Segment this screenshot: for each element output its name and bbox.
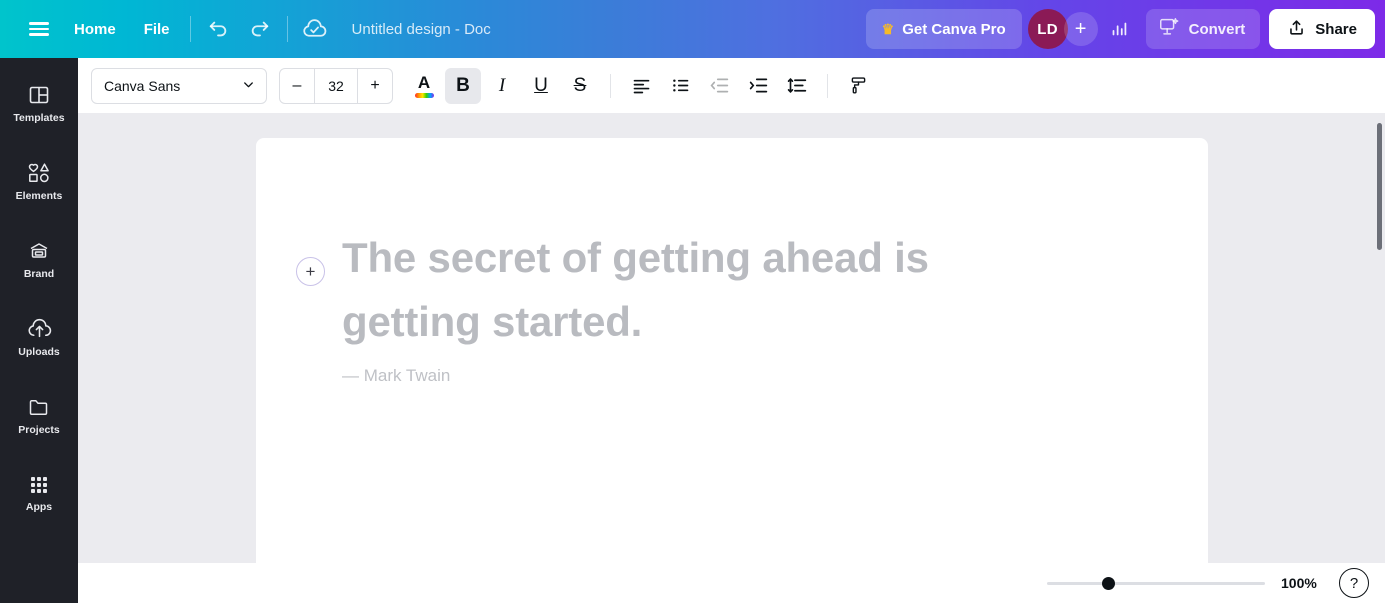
sidebar-item-label: Brand	[23, 267, 55, 280]
vertical-scrollbar-track[interactable]	[1376, 123, 1383, 553]
undo-arrow-icon[interactable]	[197, 9, 239, 49]
zoom-level-label: 100%	[1281, 575, 1317, 591]
document-title[interactable]: Untitled design - Doc	[338, 10, 505, 48]
crown-icon: ♛	[881, 21, 895, 37]
sidebar-item-brand[interactable]: Brand	[6, 226, 72, 292]
home-menu-button[interactable]: Home	[60, 9, 130, 49]
font-family-value: Canva Sans	[104, 77, 181, 94]
bulleted-list-icon[interactable]	[662, 68, 698, 104]
text-color-label: A	[417, 72, 431, 92]
header-divider-2	[286, 16, 288, 42]
sidebar-item-templates[interactable]: Templates	[6, 70, 72, 136]
toolbar-divider	[610, 73, 611, 98]
add-collaborator-button[interactable]: +	[1063, 12, 1098, 46]
avatar[interactable]: LD	[1027, 9, 1068, 49]
sidebar-item-elements[interactable]: Elements	[6, 148, 72, 214]
left-sidebar: Templates Elements Brand Uploads Project…	[0, 58, 78, 603]
top-header-bar: Home File Untitled design - Doc ♛ Get Ca…	[0, 0, 1385, 58]
align-left-icon[interactable]	[623, 68, 659, 104]
header-left-group: Home File	[0, 0, 336, 58]
convert-button[interactable]: Convert	[1145, 9, 1261, 49]
font-family-select[interactable]: Canva Sans	[91, 67, 267, 104]
document-page[interactable]: + The secret of getting ahead is getting…	[256, 138, 1208, 563]
redo-arrow-icon[interactable]	[239, 9, 281, 49]
underline-button[interactable]: U	[523, 68, 559, 104]
zoom-slider-knob[interactable]	[1102, 577, 1116, 590]
add-block-button[interactable]: +	[296, 257, 325, 286]
document-canvas-area: + The secret of getting ahead is getting…	[78, 113, 1385, 563]
share-button[interactable]: Share	[1269, 9, 1375, 49]
document-placeholder-attribution[interactable]: — Mark Twain	[342, 366, 450, 386]
document-placeholder-quote[interactable]: The secret of getting ahead is getting s…	[342, 226, 1042, 354]
convert-label: Convert	[1188, 20, 1246, 38]
magic-convert-icon	[1158, 16, 1180, 42]
upload-share-icon	[1287, 18, 1306, 41]
toolbar-divider-2	[827, 73, 828, 98]
zoom-slider-rail	[1047, 582, 1265, 585]
share-label: Share	[1315, 20, 1357, 38]
font-size-input[interactable]: 32	[314, 68, 358, 103]
decrease-indent-icon[interactable]	[701, 68, 737, 104]
sidebar-item-label: Apps	[25, 500, 53, 513]
sidebar-item-uploads[interactable]: Uploads	[6, 304, 72, 370]
sidebar-item-label: Templates	[13, 111, 65, 124]
italic-button[interactable]: I	[484, 68, 520, 104]
bottom-status-bar: 100% ?	[78, 563, 1385, 603]
increase-indent-icon[interactable]	[740, 68, 776, 104]
font-size-stepper: – 32 +	[279, 67, 393, 104]
sidebar-item-apps[interactable]: Apps	[6, 460, 72, 526]
cloud-check-saved-icon[interactable]	[294, 9, 336, 49]
get-canva-pro-button[interactable]: ♛ Get Canva Pro	[865, 9, 1022, 49]
hamburger-menu-icon[interactable]	[18, 9, 60, 49]
vertical-scrollbar-thumb[interactable]	[1377, 123, 1382, 250]
bar-chart-analytics-icon[interactable]	[1098, 9, 1140, 49]
text-color-swatch	[414, 92, 434, 98]
header-right-group: ♛ Get Canva Pro LD + Convert Share	[865, 0, 1385, 58]
line-spacing-icon[interactable]	[779, 68, 815, 104]
file-menu-button[interactable]: File	[130, 9, 184, 49]
header-divider	[189, 16, 191, 42]
text-format-toolbar: Canva Sans – 32 + A B I U S	[78, 58, 1385, 113]
bold-button[interactable]: B	[445, 67, 481, 104]
paint-roller-icon[interactable]	[840, 68, 876, 104]
chevron-down-icon	[241, 77, 256, 95]
get-canva-pro-label: Get Canva Pro	[902, 20, 1006, 38]
sidebar-item-label: Elements	[15, 189, 63, 202]
text-color-button[interactable]: A	[406, 68, 442, 104]
strikethrough-button[interactable]: S	[562, 68, 598, 104]
zoom-slider[interactable]	[1047, 575, 1265, 591]
canva-doc-editor: Home File Untitled design - Doc ♛ Get Ca…	[0, 0, 1385, 603]
decrease-font-size-button[interactable]: –	[280, 69, 314, 103]
help-question-icon[interactable]: ?	[1339, 568, 1369, 598]
sidebar-item-projects[interactable]: Projects	[6, 382, 72, 448]
increase-font-size-button[interactable]: +	[358, 69, 392, 103]
sidebar-item-label: Uploads	[18, 346, 60, 358]
sidebar-item-label: Projects	[18, 423, 60, 436]
